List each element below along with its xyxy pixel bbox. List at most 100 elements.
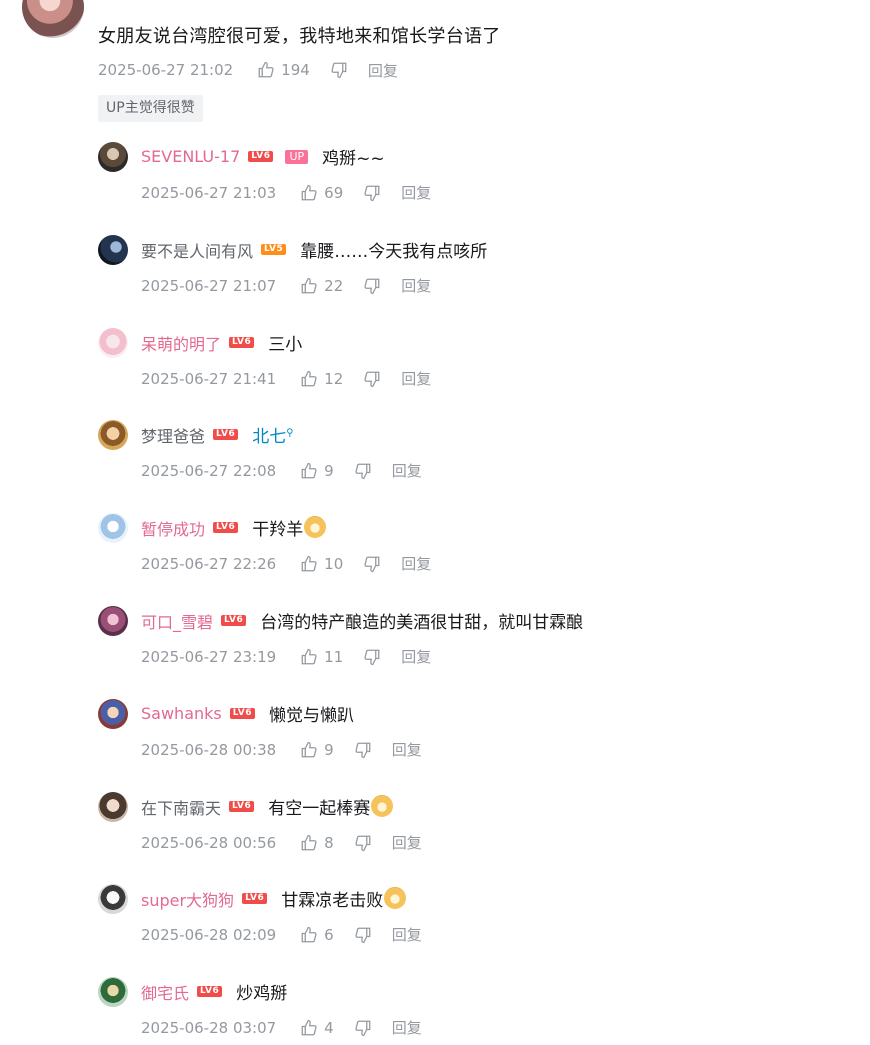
like-button[interactable]: 9 (300, 462, 334, 480)
reply-username[interactable]: 梦理爸爸 (141, 423, 205, 447)
reply-button[interactable]: 回复 (368, 60, 398, 81)
reply-text: 甘霖凉老击败 (281, 891, 384, 911)
thumbs-up-icon (301, 462, 317, 478)
avatar[interactable] (98, 699, 128, 729)
reply-button[interactable]: 回复 (392, 1017, 422, 1038)
thumbs-up-icon (301, 184, 317, 200)
avatar[interactable] (98, 328, 128, 358)
reply-text: 炒鸡掰 (236, 984, 288, 1004)
reply-username[interactable]: 御宅氏 (141, 980, 189, 1004)
like-button[interactable]: 11 (300, 648, 343, 666)
dislike-button[interactable] (354, 462, 372, 480)
like-button[interactable]: 6 (300, 926, 334, 944)
reply-username[interactable]: 暂停成功 (141, 516, 205, 540)
reply-line: 暂停成功 LV6 干羚羊 (141, 515, 327, 540)
reply-text: 有空一起棒赛 (268, 799, 371, 819)
comment-content: 女朋友说台湾腔很可爱，我特地来和馆长学台语了 (98, 26, 501, 47)
reply-username[interactable]: 可口_雪碧 (141, 609, 213, 633)
reply-button[interactable]: 回复 (392, 739, 422, 760)
thumbs-up-icon (301, 926, 317, 942)
thumbs-up-icon (301, 834, 317, 850)
reply-line: 可口_雪碧 LV6 台湾的特产酿造的美酒很甘甜，就叫甘霖酿 (141, 608, 584, 634)
thumbs-down-icon (364, 556, 380, 572)
avatar[interactable] (98, 792, 128, 822)
reply-button[interactable]: 回复 (401, 275, 431, 296)
level-badge: LV6 (221, 615, 247, 626)
avatar[interactable] (98, 420, 128, 450)
reply-button[interactable]: 回复 (401, 646, 431, 667)
reply-item: Sawhanks LV6 懒觉与懒趴 2025-06-28 00:38 9 回复 (98, 697, 858, 767)
thumbs-up-icon (258, 61, 274, 78)
reply-username[interactable]: SEVENLU-17 (141, 147, 240, 166)
like-button[interactable]: 69 (300, 184, 343, 202)
dislike-button[interactable] (354, 1019, 372, 1037)
like-button[interactable]: 22 (300, 277, 343, 295)
avatar[interactable] (98, 235, 128, 265)
reply-meta: 2025-06-28 03:07 4 回复 (141, 1017, 422, 1038)
reply-username[interactable]: Sawhanks (141, 704, 222, 723)
thumbs-down-icon (355, 1020, 371, 1036)
avatar[interactable] (22, 0, 84, 38)
dislike-button[interactable] (363, 277, 381, 295)
level-badge: LV6 (229, 708, 255, 719)
like-button[interactable]: 8 (300, 834, 334, 852)
dislike-button[interactable] (363, 555, 381, 573)
reply-item: 呆萌的明了 LV6 三小 2025-06-27 21:41 12 回复 (98, 326, 858, 396)
reply-text: 台湾的特产酿造的美酒很甘甜，就叫甘霖酿 (260, 613, 584, 633)
up-liked-badge: UP主觉得很赞 (98, 95, 203, 122)
level-badge: LV6 (248, 151, 274, 162)
avatar[interactable] (98, 977, 128, 1007)
reply-username[interactable]: 呆萌的明了 (141, 331, 221, 355)
dislike-button[interactable] (363, 184, 381, 202)
reply-button[interactable]: 回复 (401, 553, 431, 574)
reply-item: 可口_雪碧 LV6 台湾的特产酿造的美酒很甘甜，就叫甘霖酿 2025-06-27 2… (98, 604, 858, 674)
dislike-button[interactable] (354, 741, 372, 759)
like-count: 9 (324, 740, 334, 759)
like-count: 194 (281, 61, 310, 79)
reply-username[interactable]: super大狗狗 (141, 887, 234, 911)
reply-time: 2025-06-27 21:41 (141, 369, 277, 388)
reply-button[interactable]: 回复 (392, 924, 422, 945)
reply-button[interactable]: 回复 (401, 368, 431, 389)
reply-meta: 2025-06-28 00:56 8 回复 (141, 832, 422, 853)
avatar[interactable] (98, 884, 128, 914)
reply-item: SEVENLU-17 LV6 UP 鸡掰~~ 2025-06-27 21:03 69 … (98, 140, 858, 210)
like-button[interactable]: 10 (300, 555, 343, 573)
thumbs-down-icon (355, 927, 371, 943)
dislike-button[interactable] (363, 370, 381, 388)
reply-text: 靠腰……今天我有点咳所 (300, 242, 488, 262)
avatar[interactable] (98, 142, 128, 172)
reply-button[interactable]: 回复 (392, 460, 422, 481)
search-link[interactable]: 北七⚲ (252, 422, 293, 447)
like-button[interactable]: 194 (257, 61, 310, 79)
like-button[interactable]: 9 (300, 741, 334, 759)
like-count: 6 (324, 925, 334, 944)
reply-text: 鸡掰~~ (322, 149, 385, 169)
like-count: 9 (324, 461, 334, 480)
dislike-button[interactable] (363, 648, 381, 666)
like-button[interactable]: 12 (300, 370, 343, 388)
reply-meta: 2025-06-28 00:38 9 回复 (141, 739, 422, 760)
reply-item: 要不是人间有风 LV5 靠腰……今天我有点咳所 2025-06-27 21:07 2… (98, 233, 858, 303)
reply-username[interactable]: 在下南霸天 (141, 795, 221, 819)
like-button[interactable]: 4 (300, 1019, 334, 1037)
reply-line: 梦理爸爸 LV6 北七⚲ (141, 422, 294, 448)
dislike-button[interactable] (330, 61, 348, 79)
reply-button[interactable]: 回复 (392, 832, 422, 853)
dislike-button[interactable] (354, 834, 372, 852)
avatar[interactable] (98, 513, 128, 543)
up-badge: UP (285, 149, 309, 164)
reply-username[interactable]: 要不是人间有风 (141, 238, 253, 262)
reply-line: 御宅氏 LV6 炒鸡掰 (141, 979, 288, 1005)
like-count: 22 (324, 276, 344, 295)
thumbs-up-icon (301, 741, 317, 757)
reply-meta: 2025-06-28 02:09 6 回复 (141, 924, 422, 945)
thumbs-up-icon (301, 1019, 317, 1035)
reply-meta: 2025-06-27 22:26 10 回复 (141, 553, 431, 574)
avatar[interactable] (98, 606, 128, 636)
reply-button[interactable]: 回复 (401, 182, 431, 203)
reply-line: 要不是人间有风 LV5 靠腰……今天我有点咳所 (141, 237, 488, 263)
level-badge: LV6 (229, 337, 255, 348)
dislike-button[interactable] (354, 926, 372, 944)
reply-line: Sawhanks LV6 懒觉与懒趴 (141, 701, 354, 726)
